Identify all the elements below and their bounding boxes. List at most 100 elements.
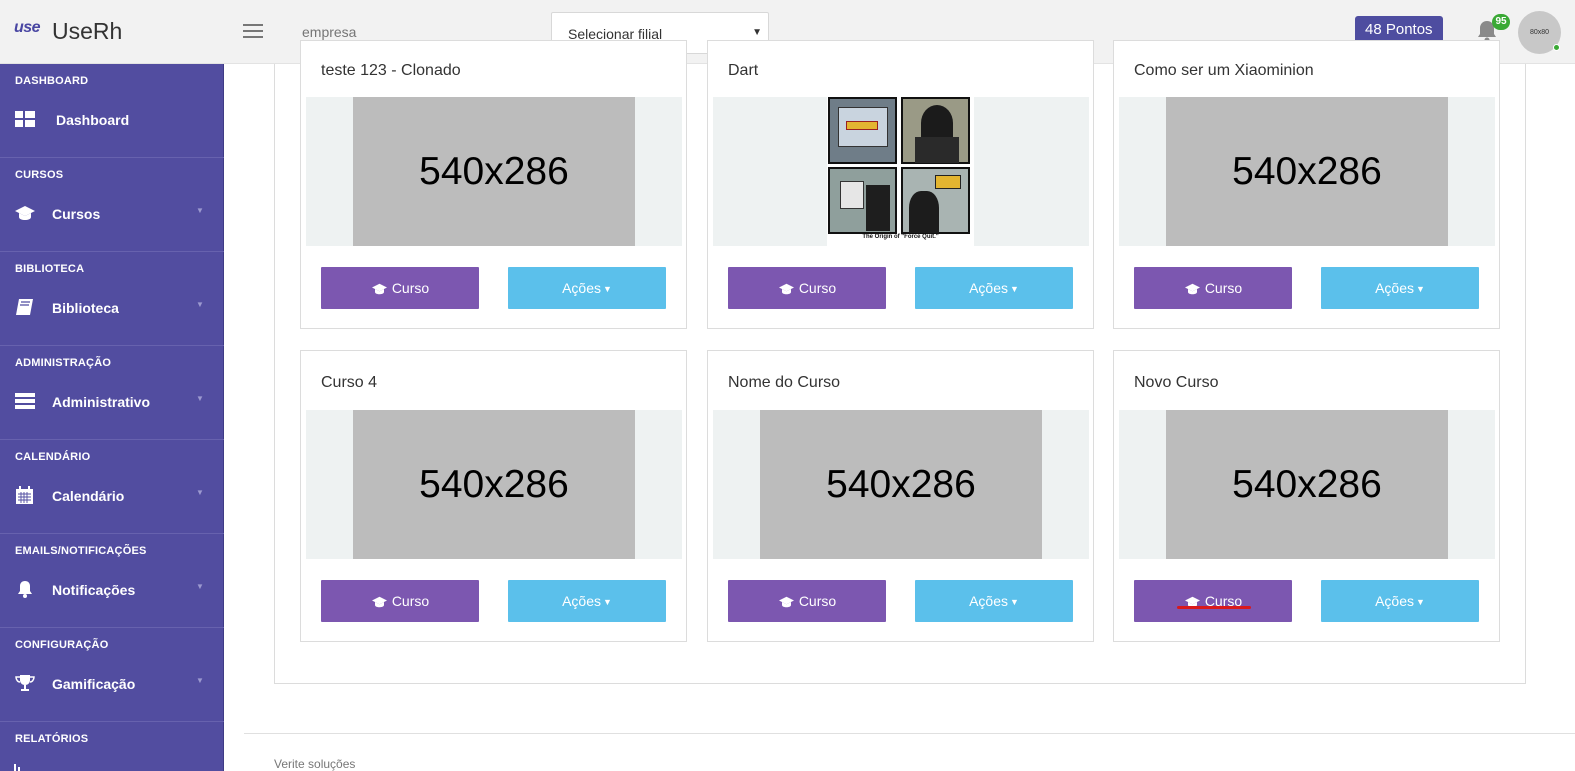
sidebar: DASHBOARD Dashboard CURSOS Cursos ▼ BIBL… xyxy=(0,64,224,771)
sidebar-section-title: DASHBOARD xyxy=(15,75,89,87)
sidebar-section-title: BIBLIOTECA xyxy=(15,263,85,275)
logo-icon: use xyxy=(14,19,41,36)
acoes-dropdown-button[interactable]: Ações ▼ xyxy=(508,267,666,309)
sidebar-item-calendario[interactable]: Calendário ▼ xyxy=(0,478,224,512)
course-title[interactable]: Nome do Curso xyxy=(728,374,840,392)
sidebar-section-notificacoes: EMAILS/NOTIFICAÇÕES Notificações ▼ xyxy=(0,534,224,628)
sidebar-section-configuracao: CONFIGURAÇÃO Gamificação ▼ xyxy=(0,628,224,722)
sidebar-section-relatorios: RELATÓRIOS xyxy=(0,722,224,771)
sidebar-section-title: CALENDÁRIO xyxy=(15,451,91,463)
footer-text: Verite soluções xyxy=(274,757,356,771)
course-title[interactable]: Dart xyxy=(728,62,758,80)
acoes-button-label: Ações xyxy=(1375,280,1414,296)
course-card: Curso 4 540x286 Curso Ações ▼ xyxy=(300,350,687,642)
curso-button[interactable]: Curso xyxy=(728,580,886,622)
sidebar-section-dashboard: DASHBOARD Dashboard xyxy=(0,64,224,158)
curso-button-label: Curso xyxy=(1204,280,1243,296)
graduation-cap-icon xyxy=(15,206,35,220)
chevron-down-icon: ▼ xyxy=(196,676,204,685)
graduation-cap-icon xyxy=(371,596,387,608)
trophy-icon xyxy=(15,675,35,691)
sidebar-section-biblioteca: BIBLIOTECA Biblioteca ▼ xyxy=(0,252,224,346)
bell-icon xyxy=(18,581,32,598)
chevron-down-icon: ▼ xyxy=(196,582,204,591)
highlight-underline xyxy=(1177,606,1251,609)
acoes-dropdown-button[interactable]: Ações ▼ xyxy=(915,580,1073,622)
course-thumbnail[interactable]: 540x286 xyxy=(306,97,682,246)
acoes-button-label: Ações xyxy=(1375,593,1414,609)
course-thumbnail[interactable]: 540x286 xyxy=(1119,410,1495,559)
curso-button-label: Curso xyxy=(391,593,430,609)
graduation-cap-icon xyxy=(1184,283,1200,295)
acoes-button-label: Ações xyxy=(969,593,1008,609)
chevron-down-icon: ▼ xyxy=(196,300,204,309)
calendar-icon xyxy=(16,486,33,504)
book-icon xyxy=(16,299,33,315)
curso-button[interactable]: Curso xyxy=(728,267,886,309)
placeholder-image: 540x286 xyxy=(1166,97,1448,246)
graduation-cap-icon xyxy=(778,596,794,608)
chevron-down-icon: ▼ xyxy=(196,394,204,403)
sidebar-section-title: ADMINISTRAÇÃO xyxy=(15,357,112,369)
curso-button[interactable]: Curso xyxy=(321,580,479,622)
curso-button[interactable]: Curso xyxy=(321,267,479,309)
course-thumbnail[interactable]: 540x286 xyxy=(713,410,1089,559)
caret-down-icon: ▼ xyxy=(1010,284,1019,294)
curso-button-label: Curso xyxy=(798,280,837,296)
chevron-down-icon: ▼ xyxy=(752,27,762,38)
sidebar-section-title: RELATÓRIOS xyxy=(15,733,89,745)
sidebar-item-gamificacao[interactable]: Gamificação ▼ xyxy=(0,666,224,700)
caret-down-icon: ▼ xyxy=(1416,284,1425,294)
caret-down-icon: ▼ xyxy=(603,284,612,294)
comic-caption: The Origin of "Force Quit." xyxy=(862,234,939,240)
sidebar-item-biblioteca[interactable]: Biblioteca ▼ xyxy=(0,290,224,324)
placeholder-image: 540x286 xyxy=(1166,410,1448,559)
course-card: Nome do Curso 540x286 Curso Ações ▼ xyxy=(707,350,1094,642)
acoes-dropdown-button[interactable]: Ações ▼ xyxy=(508,580,666,622)
chevron-down-icon: ▼ xyxy=(196,206,204,215)
acoes-button-label: Ações xyxy=(969,280,1008,296)
sidebar-item-label: Dashboard xyxy=(56,112,130,128)
curso-button-label: Curso xyxy=(798,593,837,609)
curso-button-label: Curso xyxy=(391,280,430,296)
sidebar-item-cursos[interactable]: Cursos ▼ xyxy=(0,196,224,230)
curso-button[interactable]: Curso xyxy=(1134,580,1292,622)
sidebar-item-notificacoes[interactable]: Notificações ▼ xyxy=(0,572,224,606)
acoes-dropdown-button[interactable]: Ações ▼ xyxy=(915,267,1073,309)
sidebar-item-label: Notificações xyxy=(52,582,136,598)
menu-toggle-icon[interactable] xyxy=(243,24,263,40)
caret-down-icon: ▼ xyxy=(1416,597,1425,607)
bar-chart-icon xyxy=(14,762,26,771)
course-title[interactable]: Novo Curso xyxy=(1134,374,1218,392)
caret-down-icon: ▼ xyxy=(603,597,612,607)
app-name[interactable]: UseRh xyxy=(52,18,122,45)
acoes-button-label: Ações xyxy=(562,280,601,296)
sidebar-section-calendario: CALENDÁRIO Calendário ▼ xyxy=(0,440,224,534)
sidebar-item-dashboard[interactable]: Dashboard xyxy=(0,102,224,136)
course-thumbnail[interactable]: The Origin of "Force Quit." xyxy=(713,97,1089,246)
course-thumbnail[interactable]: 540x286 xyxy=(306,410,682,559)
online-status-icon xyxy=(1553,44,1560,51)
acoes-button-label: Ações xyxy=(562,593,601,609)
graduation-cap-icon xyxy=(778,283,794,295)
caret-down-icon: ▼ xyxy=(1010,597,1019,607)
sidebar-section-administracao: ADMINISTRAÇÃO Administrativo ▼ xyxy=(0,346,224,440)
sidebar-section-title: EMAILS/NOTIFICAÇÕES xyxy=(15,545,147,557)
placeholder-image: 540x286 xyxy=(353,410,635,559)
course-title[interactable]: Como ser um Xiaominion xyxy=(1134,62,1314,80)
graduation-cap-icon xyxy=(371,283,387,295)
course-card: Como ser um Xiaominion 540x286 Curso Açõ… xyxy=(1113,40,1500,329)
course-card: teste 123 - Clonado 540x286 Curso Ações ▼ xyxy=(300,40,687,329)
sidebar-section-title: CONFIGURAÇÃO xyxy=(15,639,109,651)
chevron-down-icon: ▼ xyxy=(196,488,204,497)
acoes-dropdown-button[interactable]: Ações ▼ xyxy=(1321,580,1479,622)
sidebar-item-administrativo[interactable]: Administrativo ▼ xyxy=(0,384,224,418)
grid-icon xyxy=(15,111,35,127)
curso-button[interactable]: Curso xyxy=(1134,267,1292,309)
course-thumbnail[interactable]: 540x286 xyxy=(1119,97,1495,246)
course-title[interactable]: teste 123 - Clonado xyxy=(321,62,461,80)
course-card: Dart The Origin of "Force Quit." Curso A… xyxy=(707,40,1094,329)
sidebar-item-label: Calendário xyxy=(52,488,125,504)
acoes-dropdown-button[interactable]: Ações ▼ xyxy=(1321,267,1479,309)
course-title[interactable]: Curso 4 xyxy=(321,374,377,392)
